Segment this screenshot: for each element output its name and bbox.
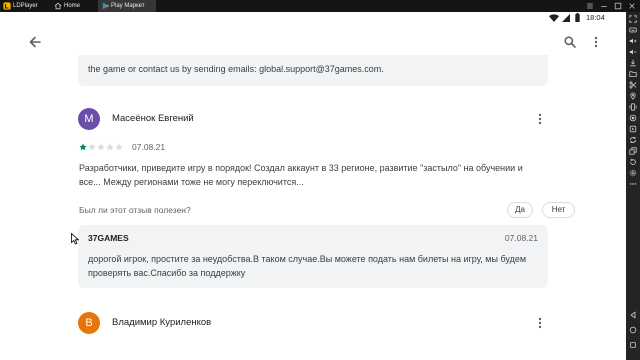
review-more-icon[interactable] (537, 113, 543, 125)
shake-icon[interactable] (629, 103, 637, 111)
home-nav-icon[interactable] (629, 326, 637, 334)
helpful-no-button[interactable]: Нет (542, 202, 575, 218)
ldplayer-logo-icon (3, 2, 11, 10)
review-author: Масеёнок Евгений (112, 113, 194, 124)
tab-home[interactable]: Home (50, 0, 96, 12)
back-arrow-icon[interactable] (29, 36, 41, 48)
menu-icon[interactable] (586, 2, 594, 10)
sidebar-navigation (629, 311, 637, 349)
tab-play-market[interactable]: Play Маркет (98, 0, 156, 12)
window-controls (586, 2, 636, 10)
recent-apps-icon[interactable] (629, 341, 637, 349)
reply-date: 07.08.21 (504, 233, 538, 243)
multi-instance-icon[interactable] (629, 147, 637, 155)
star-filled-icon (79, 143, 87, 151)
star-empty-icon (97, 143, 105, 151)
star-empty-icon (106, 143, 114, 151)
wifi-icon (549, 14, 559, 22)
fullscreen-icon[interactable] (629, 15, 637, 23)
developer-reply: 37GAMES 07.08.21 дорогой игрок, простите… (78, 225, 548, 288)
reply-text: the game or contact us by sending emails… (88, 64, 384, 74)
review-author: Владимир Куриленков (112, 317, 212, 328)
battery-icon (575, 13, 580, 22)
tab-label: Home (64, 3, 81, 9)
screenshot-icon[interactable] (629, 81, 637, 89)
emulator-title-bar: LDPlayer Home Play Маркет (0, 0, 640, 12)
tab-label: Play Маркет (111, 3, 145, 9)
reply-text: дорогой игрок, простите за неудобства.В … (88, 254, 527, 278)
minimize-icon[interactable] (600, 2, 608, 10)
sidebar-tools (629, 15, 637, 188)
location-icon[interactable] (629, 92, 637, 100)
developer-name: 37GAMES (88, 233, 129, 243)
star-empty-icon (115, 143, 123, 151)
avatar: М (78, 108, 100, 130)
more-options-icon[interactable] (593, 36, 599, 48)
shared-folder-icon[interactable] (629, 70, 637, 78)
android-status-bar (0, 12, 626, 25)
operation-recorder-icon[interactable] (629, 125, 637, 133)
avatar: В (78, 312, 100, 334)
helpful-prompt: Был ли этот отзыв полезен? (79, 205, 191, 215)
status-time: 18:04 (586, 13, 605, 22)
install-apk-icon[interactable] (629, 59, 637, 67)
review-text: Разработчики, приведите игру в порядок! … (79, 163, 523, 187)
volume-up-icon[interactable] (629, 37, 637, 45)
home-tab-icon (54, 2, 62, 10)
more-tools-icon[interactable] (629, 180, 637, 188)
search-icon[interactable] (564, 36, 576, 48)
review-date: 07.08.21 (132, 142, 166, 152)
back-nav-icon[interactable] (629, 311, 637, 319)
emulator-brand: LDPlayer (13, 3, 38, 9)
close-icon[interactable] (628, 2, 636, 10)
record-video-icon[interactable] (629, 114, 637, 122)
rating-stars (79, 143, 123, 151)
signal-icon (562, 14, 570, 22)
settings-icon[interactable] (629, 169, 637, 177)
review-more-icon[interactable] (537, 317, 543, 329)
rotate-icon[interactable] (629, 158, 637, 166)
volume-down-icon[interactable] (629, 48, 637, 56)
play-store-icon (102, 2, 110, 10)
previous-developer-reply: the game or contact us by sending emails… (78, 55, 548, 86)
keyboard-mapping-icon[interactable] (629, 26, 637, 34)
maximize-icon[interactable] (614, 2, 622, 10)
helpful-yes-button[interactable]: Да (507, 202, 533, 218)
mouse-cursor (71, 233, 79, 245)
star-empty-icon (88, 143, 96, 151)
sync-icon[interactable] (629, 136, 637, 144)
